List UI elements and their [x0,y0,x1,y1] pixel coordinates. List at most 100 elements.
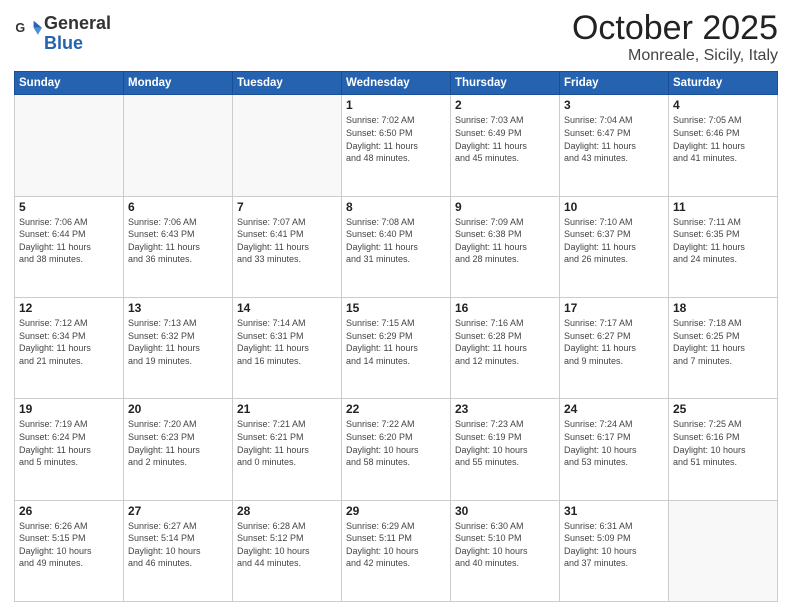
day-number: 18 [673,301,773,315]
table-row [124,95,233,196]
calendar-header-row: Sunday Monday Tuesday Wednesday Thursday… [15,72,778,95]
day-number: 21 [237,402,337,416]
day-info: Sunrise: 7:15 AM Sunset: 6:29 PM Dayligh… [346,317,446,367]
table-row: 18 Sunrise: 7:18 AM Sunset: 6:25 PM Dayli… [669,298,778,399]
day-info: Sunrise: 7:08 AM Sunset: 6:40 PM Dayligh… [346,216,446,266]
logo-line1: General [44,14,111,34]
day-info: Sunrise: 7:10 AM Sunset: 6:37 PM Dayligh… [564,216,664,266]
table-row: 4 Sunrise: 7:05 AM Sunset: 6:46 PM Daylig… [669,95,778,196]
day-number: 8 [346,200,446,214]
table-row: 3 Sunrise: 7:04 AM Sunset: 6:47 PM Daylig… [560,95,669,196]
day-number: 9 [455,200,555,214]
title-block: October 2025 Monreale, Sicily, Italy [572,10,778,65]
table-row: 26 Sunrise: 6:26 AM Sunset: 5:15 PM Dayli… [15,500,124,601]
day-number: 11 [673,200,773,214]
day-number: 10 [564,200,664,214]
day-number: 19 [19,402,119,416]
logo-icon: G [14,18,42,46]
table-row: 17Sunrise: 7:17 AM Sunset: 6:27 PM Dayli… [560,298,669,399]
table-row: 7Sunrise: 7:07 AM Sunset: 6:41 PM Daylig… [233,196,342,297]
day-info: Sunrise: 7:24 AM Sunset: 6:17 PM Dayligh… [564,418,664,468]
day-info: Sunrise: 7:22 AM Sunset: 6:20 PM Dayligh… [346,418,446,468]
day-info: Sunrise: 7:18 AM Sunset: 6:25 PM Dayligh… [673,317,773,367]
table-row: 5Sunrise: 7:06 AM Sunset: 6:44 PM Daylig… [15,196,124,297]
col-wednesday: Wednesday [342,72,451,95]
header: G General Blue October 2025 Monreale, Si… [14,10,778,65]
calendar-table: Sunday Monday Tuesday Wednesday Thursday… [14,71,778,602]
table-row: 9 Sunrise: 7:09 AM Sunset: 6:38 PM Daylig… [451,196,560,297]
day-info: Sunrise: 7:12 AM Sunset: 6:34 PM Dayligh… [19,317,119,367]
calendar-week-row: 5Sunrise: 7:06 AM Sunset: 6:44 PM Daylig… [15,196,778,297]
day-info: Sunrise: 7:06 AM Sunset: 6:44 PM Dayligh… [19,216,119,266]
table-row: 13 Sunrise: 7:13 AM Sunset: 6:32 PM Dayli… [124,298,233,399]
day-info: Sunrise: 7:06 AM Sunset: 6:43 PM Dayligh… [128,216,228,266]
day-info: Sunrise: 7:23 AM Sunset: 6:19 PM Dayligh… [455,418,555,468]
day-info: Sunrise: 6:29 AM Sunset: 5:11 PM Dayligh… [346,520,446,570]
day-number: 4 [673,98,773,112]
day-number: 22 [346,402,446,416]
table-row: 29 Sunrise: 6:29 AM Sunset: 5:11 PM Dayli… [342,500,451,601]
day-info: Sunrise: 7:20 AM Sunset: 6:23 PM Dayligh… [128,418,228,468]
page: G General Blue October 2025 Monreale, Si… [0,0,792,612]
calendar-week-row: 19 Sunrise: 7:19 AM Sunset: 6:24 PM Dayli… [15,399,778,500]
day-info: Sunrise: 7:21 AM Sunset: 6:21 PM Dayligh… [237,418,337,468]
day-info: Sunrise: 7:02 AM Sunset: 6:50 PM Dayligh… [346,114,446,164]
calendar-week-row: 1 Sunrise: 7:02 AM Sunset: 6:50 PM Daylig… [15,95,778,196]
table-row: 31 Sunrise: 6:31 AM Sunset: 5:09 PM Dayli… [560,500,669,601]
day-number: 29 [346,504,446,518]
day-number: 3 [564,98,664,112]
table-row: 27Sunrise: 6:27 AM Sunset: 5:14 PM Dayli… [124,500,233,601]
day-number: 31 [564,504,664,518]
col-saturday: Saturday [669,72,778,95]
day-info: Sunrise: 7:14 AM Sunset: 6:31 PM Dayligh… [237,317,337,367]
table-row: 21 Sunrise: 7:21 AM Sunset: 6:21 PM Dayli… [233,399,342,500]
day-info: Sunrise: 6:26 AM Sunset: 5:15 PM Dayligh… [19,520,119,570]
table-row: 16Sunrise: 7:16 AM Sunset: 6:28 PM Dayli… [451,298,560,399]
day-info: Sunrise: 6:31 AM Sunset: 5:09 PM Dayligh… [564,520,664,570]
day-info: Sunrise: 7:17 AM Sunset: 6:27 PM Dayligh… [564,317,664,367]
table-row: 23 Sunrise: 7:23 AM Sunset: 6:19 PM Dayli… [451,399,560,500]
col-monday: Monday [124,72,233,95]
day-info: Sunrise: 7:07 AM Sunset: 6:41 PM Dayligh… [237,216,337,266]
table-row: 11 Sunrise: 7:11 AM Sunset: 6:35 PM Dayli… [669,196,778,297]
day-number: 1 [346,98,446,112]
day-info: Sunrise: 7:09 AM Sunset: 6:38 PM Dayligh… [455,216,555,266]
day-number: 23 [455,402,555,416]
table-row: 15Sunrise: 7:15 AM Sunset: 6:29 PM Dayli… [342,298,451,399]
table-row: 30Sunrise: 6:30 AM Sunset: 5:10 PM Dayli… [451,500,560,601]
day-number: 30 [455,504,555,518]
day-number: 26 [19,504,119,518]
table-row [233,95,342,196]
day-info: Sunrise: 7:03 AM Sunset: 6:49 PM Dayligh… [455,114,555,164]
logo-line2: Blue [44,34,111,54]
table-row [669,500,778,601]
table-row: 2 Sunrise: 7:03 AM Sunset: 6:49 PM Daylig… [451,95,560,196]
col-sunday: Sunday [15,72,124,95]
table-row: 19 Sunrise: 7:19 AM Sunset: 6:24 PM Dayli… [15,399,124,500]
day-info: Sunrise: 7:25 AM Sunset: 6:16 PM Dayligh… [673,418,773,468]
table-row: 28Sunrise: 6:28 AM Sunset: 5:12 PM Dayli… [233,500,342,601]
table-row: 8 Sunrise: 7:08 AM Sunset: 6:40 PM Daylig… [342,196,451,297]
day-info: Sunrise: 7:13 AM Sunset: 6:32 PM Dayligh… [128,317,228,367]
day-number: 27 [128,504,228,518]
day-number: 13 [128,301,228,315]
day-info: Sunrise: 7:04 AM Sunset: 6:47 PM Dayligh… [564,114,664,164]
day-number: 24 [564,402,664,416]
table-row: 12Sunrise: 7:12 AM Sunset: 6:34 PM Dayli… [15,298,124,399]
day-info: Sunrise: 7:19 AM Sunset: 6:24 PM Dayligh… [19,418,119,468]
day-number: 25 [673,402,773,416]
day-info: Sunrise: 7:05 AM Sunset: 6:46 PM Dayligh… [673,114,773,164]
day-number: 20 [128,402,228,416]
day-number: 2 [455,98,555,112]
col-friday: Friday [560,72,669,95]
table-row: 24 Sunrise: 7:24 AM Sunset: 6:17 PM Dayli… [560,399,669,500]
day-number: 28 [237,504,337,518]
day-info: Sunrise: 7:16 AM Sunset: 6:28 PM Dayligh… [455,317,555,367]
day-info: Sunrise: 7:11 AM Sunset: 6:35 PM Dayligh… [673,216,773,266]
table-row: 20 Sunrise: 7:20 AM Sunset: 6:23 PM Dayli… [124,399,233,500]
table-row: 22 Sunrise: 7:22 AM Sunset: 6:20 PM Dayli… [342,399,451,500]
col-thursday: Thursday [451,72,560,95]
day-number: 14 [237,301,337,315]
table-row [15,95,124,196]
table-row: 1 Sunrise: 7:02 AM Sunset: 6:50 PM Daylig… [342,95,451,196]
